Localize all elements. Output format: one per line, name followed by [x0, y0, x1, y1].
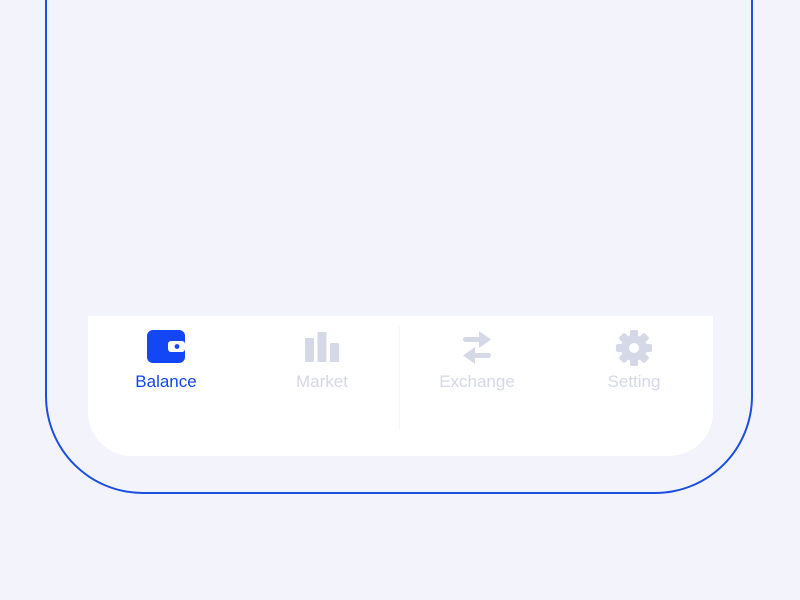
tab-exchange-label: Exchange — [439, 372, 515, 391]
tab-setting-label: Setting — [607, 372, 661, 391]
swap-arrows-icon — [457, 330, 497, 366]
wallet-icon — [146, 330, 186, 366]
tab-exchange[interactable]: Exchange — [399, 316, 555, 416]
bottom-tab-bar: Balance Market Exchange Setting — [88, 316, 713, 456]
tab-market-label: Market — [296, 372, 348, 391]
tab-balance[interactable]: Balance — [88, 316, 244, 416]
gear-icon — [614, 330, 654, 366]
tab-setting[interactable]: Setting — [556, 316, 712, 416]
tab-balance-label: Balance — [135, 372, 197, 391]
tab-market[interactable]: Market — [244, 316, 400, 416]
bar-chart-icon — [302, 330, 342, 366]
